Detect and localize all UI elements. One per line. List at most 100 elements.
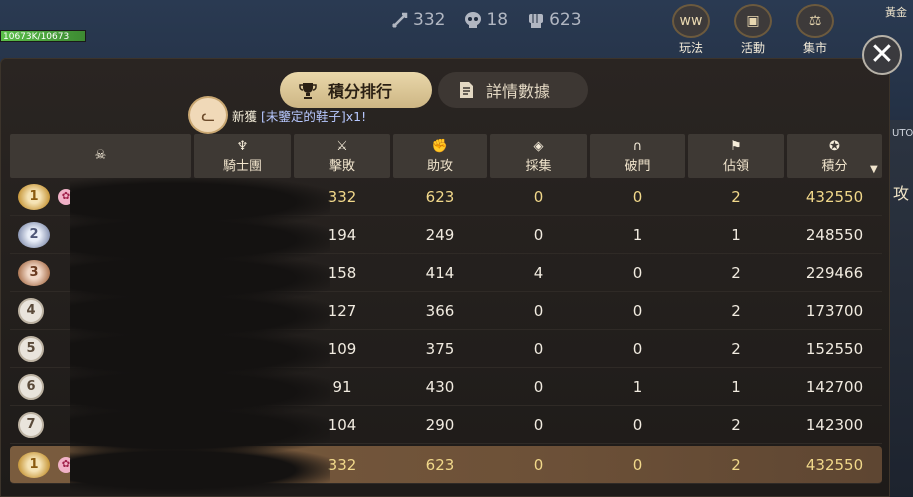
rank-medal-icon: 7 <box>18 411 44 438</box>
hud-death-stat: 18 <box>463 10 508 30</box>
player-cell: 4 <box>10 291 330 340</box>
hud-stats: 332 18 623 <box>390 10 582 30</box>
assist-cell: 249 <box>425 225 455 244</box>
hp-bar: 10673K/10673 <box>0 30 86 42</box>
assist-cell: 623 <box>425 455 455 474</box>
score-table: ☠ ♆ 騎士團 ⚔ 擊敗 ✊ 助攻 ◈ 採集 ∩ 破門 ⚑ 佔領 ✪ 積分 ▼ 1 ✿ 332 62… <box>10 134 882 494</box>
header-kill[interactable]: ⚔ 擊敗 <box>294 134 390 178</box>
player-cell: 1 ✿ <box>10 445 330 494</box>
header-score-label: 積分 <box>821 158 848 174</box>
skull-icon: ☠ <box>94 148 107 163</box>
gather-cell: 0 <box>533 415 544 434</box>
gather-cell: 0 <box>533 225 544 244</box>
top-menu: ww 玩法 ▣ 活動 ⚖ 集市 <box>665 4 841 56</box>
assist-cell: 366 <box>425 301 455 320</box>
notice-item: [未鑒定的鞋子]x1! <box>261 108 367 124</box>
hud-assist-stat: 623 <box>526 10 582 30</box>
break-cell: 0 <box>632 455 643 474</box>
occupy-cell: 2 <box>731 187 741 206</box>
events-button[interactable]: ▣ 活動 <box>727 4 779 56</box>
gold-label: 黃金 <box>885 6 907 19</box>
occupy-cell: 2 <box>731 263 741 282</box>
header-assist[interactable]: ✊ 助攻 <box>393 134 487 178</box>
right-side-hud: UTO 攻 <box>890 120 913 497</box>
gate-icon: ∩ <box>632 138 643 154</box>
knight-crest-icon: ♆ <box>236 138 249 154</box>
hud-death-value: 18 <box>486 10 509 30</box>
self-row[interactable]: 1 ✿ 332 623 0 0 2 432550 <box>10 445 882 494</box>
score-cell: 173700 <box>805 301 864 320</box>
gather-cell: 0 <box>533 455 544 474</box>
table-row[interactable]: 6 91 430 0 1 1 142700 <box>10 367 882 416</box>
close-button[interactable]: ✕ <box>862 35 902 75</box>
occupy-cell: 1 <box>731 225 741 244</box>
hud-assist-value: 623 <box>549 10 582 30</box>
assist-cell: 623 <box>425 187 455 206</box>
attack-label: 攻 <box>893 184 910 203</box>
hud-kill-value: 332 <box>413 10 446 30</box>
score-cell: 142700 <box>805 377 864 396</box>
header-score[interactable]: ✪ 積分 <box>787 134 882 178</box>
sort-desc-icon[interactable]: ▼ <box>870 164 878 175</box>
score-cell: 142300 <box>805 415 864 434</box>
rank-medal-icon: 3 <box>18 259 50 286</box>
occupy-cell: 2 <box>731 415 741 434</box>
player-cell: 3 <box>10 253 330 302</box>
table-row[interactable]: 3 158 414 4 0 2 229466 <box>10 253 882 302</box>
tab-details-label: 詳情數據 <box>486 82 551 101</box>
assist-cell: 375 <box>425 339 455 358</box>
crystal-icon: ◈ <box>533 138 544 154</box>
sword-icon: ⚔ <box>336 138 348 154</box>
break-cell: 0 <box>632 301 643 320</box>
tab-details[interactable]: 詳情數據 <box>438 72 588 108</box>
break-cell: 1 <box>632 377 643 396</box>
header-gather[interactable]: ◈ 採集 <box>490 134 587 178</box>
score-cell: 229466 <box>805 263 864 282</box>
table-body: 1 ✿ 332 623 0 0 2 432550 2 194 249 0 1 1 248550 3 158 414… <box>10 177 882 494</box>
player-cell: 7 <box>10 405 330 454</box>
occupy-cell: 2 <box>731 301 741 320</box>
assist-cell: 290 <box>425 415 455 434</box>
break-cell: 0 <box>632 263 643 282</box>
break-cell: 0 <box>632 187 643 206</box>
header-kill-label: 擊敗 <box>328 158 355 174</box>
header-name[interactable]: ☠ <box>10 134 191 178</box>
rank-medal-icon: 5 <box>18 335 44 362</box>
market-label: 集市 <box>802 41 827 55</box>
table-header: ☠ ♆ 騎士團 ⚔ 擊敗 ✊ 助攻 ◈ 採集 ∩ 破門 ⚑ 佔領 ✪ 積分 <box>10 134 882 178</box>
break-cell: 1 <box>632 225 643 244</box>
gameplay-button[interactable]: ww 玩法 <box>665 4 717 56</box>
document-icon <box>460 82 473 98</box>
score-cell: 248550 <box>805 225 864 244</box>
rank-medal-icon: 1 <box>18 451 50 478</box>
gameplay-icon: ww <box>672 4 710 38</box>
header-occupy[interactable]: ⚑ 佔領 <box>688 134 784 178</box>
occupy-cell: 2 <box>731 339 741 358</box>
score-cell: 152550 <box>805 339 864 358</box>
market-button[interactable]: ⚖ 集市 <box>789 4 841 56</box>
table-row[interactable]: 1 ✿ 332 623 0 0 2 432550 <box>10 177 882 226</box>
header-knight-label: 騎士團 <box>222 158 262 174</box>
notice-prefix: 新獲 <box>232 108 258 124</box>
fist-icon: ✊ <box>431 138 449 154</box>
star-icon: ✪ <box>829 138 840 154</box>
break-cell: 0 <box>632 415 643 434</box>
break-cell: 0 <box>632 339 643 358</box>
rank-medal-icon: 4 <box>18 297 44 324</box>
header-knight[interactable]: ♆ 騎士團 <box>194 134 291 178</box>
rank-medal-icon: 6 <box>18 373 44 400</box>
player-cell: 6 <box>10 367 330 416</box>
table-row[interactable]: 5 109 375 0 0 2 152550 <box>10 329 882 378</box>
assist-cell: 430 <box>425 377 455 396</box>
table-row[interactable]: 7 104 290 0 0 2 142300 <box>10 405 882 454</box>
player-cell: 2 <box>10 215 330 264</box>
player-cell: 1 ✿ <box>10 177 330 226</box>
gift-icon: ▣ <box>734 4 772 38</box>
table-row[interactable]: 2 194 249 0 1 1 248550 <box>10 215 882 264</box>
header-assist-label: 助攻 <box>426 158 453 174</box>
header-occupy-label: 佔領 <box>722 158 749 174</box>
table-row[interactable]: 4 127 366 0 0 2 173700 <box>10 291 882 340</box>
gameplay-label: 玩法 <box>678 41 703 55</box>
header-break[interactable]: ∩ 破門 <box>590 134 685 178</box>
scoreboard-panel: 積分排行 詳情數據 ᓚ 新獲 [未鑒定的鞋子]x1! ☠ ♆ 騎士團 ⚔ 擊敗 ✊ 助… <box>0 58 890 497</box>
